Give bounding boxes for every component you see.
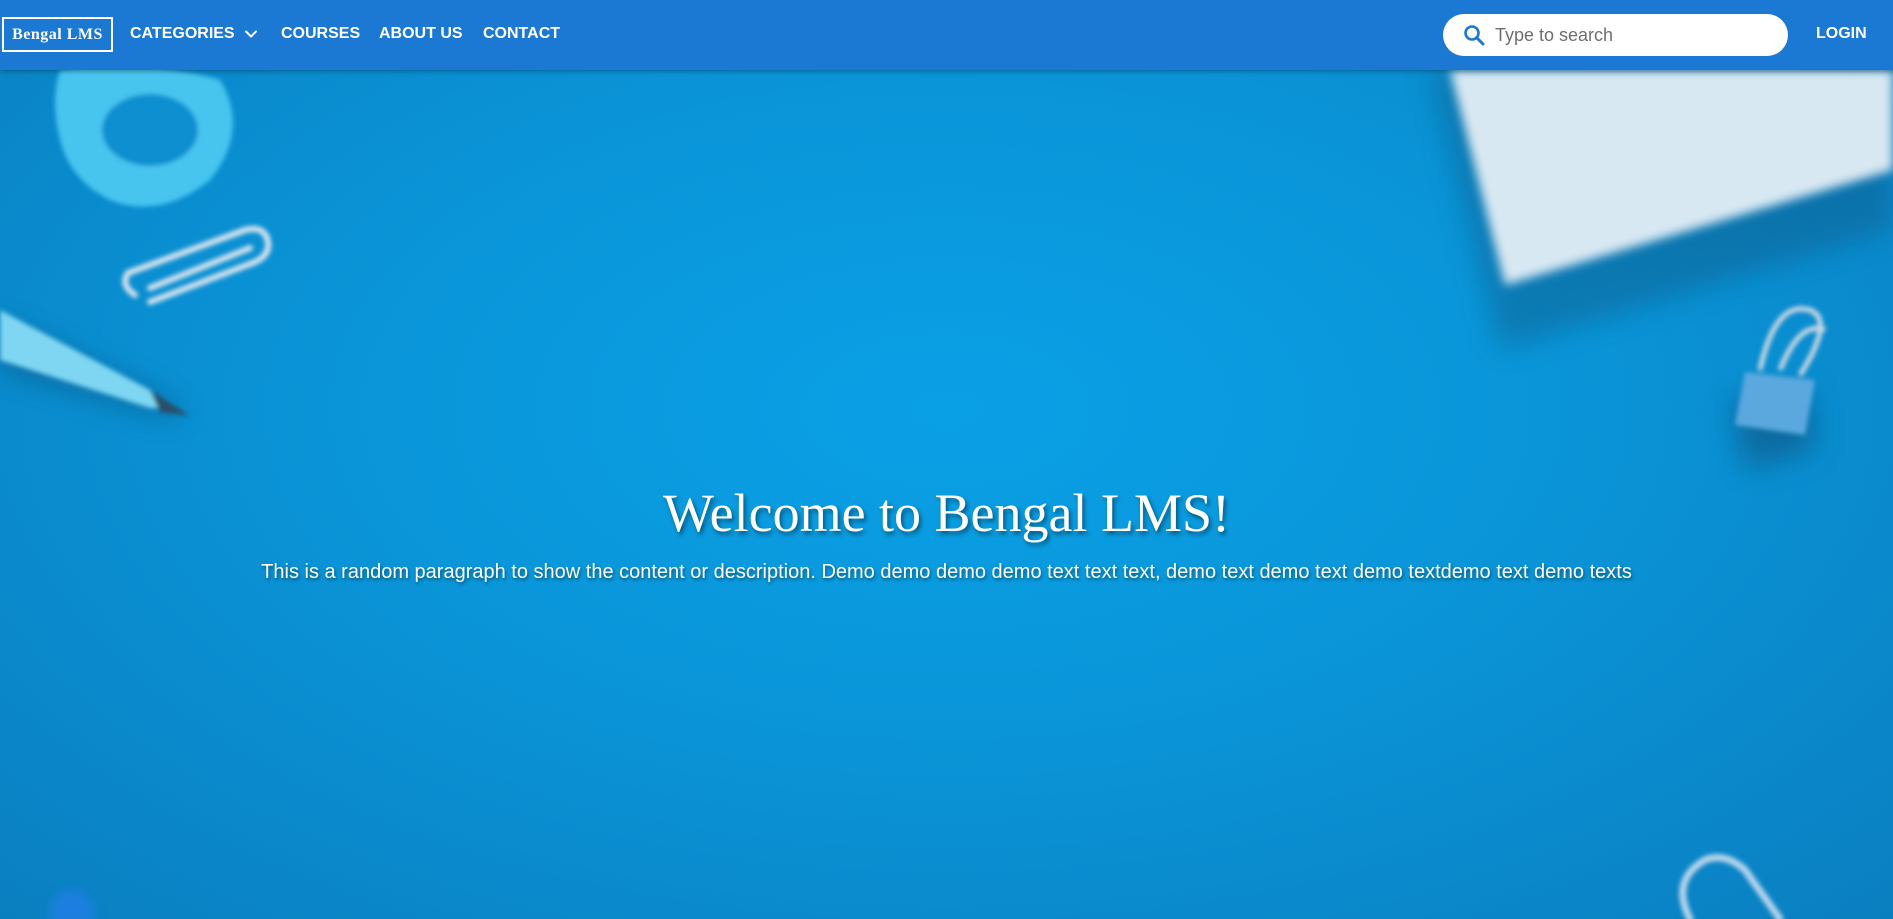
search-box[interactable] [1443, 14, 1788, 56]
search-input[interactable] [1495, 21, 1765, 49]
search-icon [1463, 24, 1485, 46]
nav-item-label: CATEGORIES [130, 25, 235, 43]
hero-description: This is a random paragraph to show the c… [261, 561, 1632, 583]
nav-item-courses[interactable]: COURSES [281, 24, 360, 44]
login-button[interactable]: LOGIN [1816, 24, 1867, 44]
chevron-down-icon [244, 24, 257, 44]
nav-item-categories[interactable]: CATEGORIES [130, 24, 257, 44]
nav-item-contact[interactable]: CONTACT [483, 24, 560, 44]
hero-section: Welcome to Bengal LMS! This is a random … [0, 70, 1893, 919]
top-navbar: Bengal LMS CATEGORIES COURSES ABOUT US C… [0, 0, 1893, 70]
page: Bengal LMS CATEGORIES COURSES ABOUT US C… [0, 0, 1893, 919]
site-logo[interactable]: Bengal LMS [2, 17, 113, 52]
nav-item-about-us[interactable]: ABOUT US [379, 24, 463, 44]
hero-title: Welcome to Bengal LMS! [662, 483, 1231, 543]
